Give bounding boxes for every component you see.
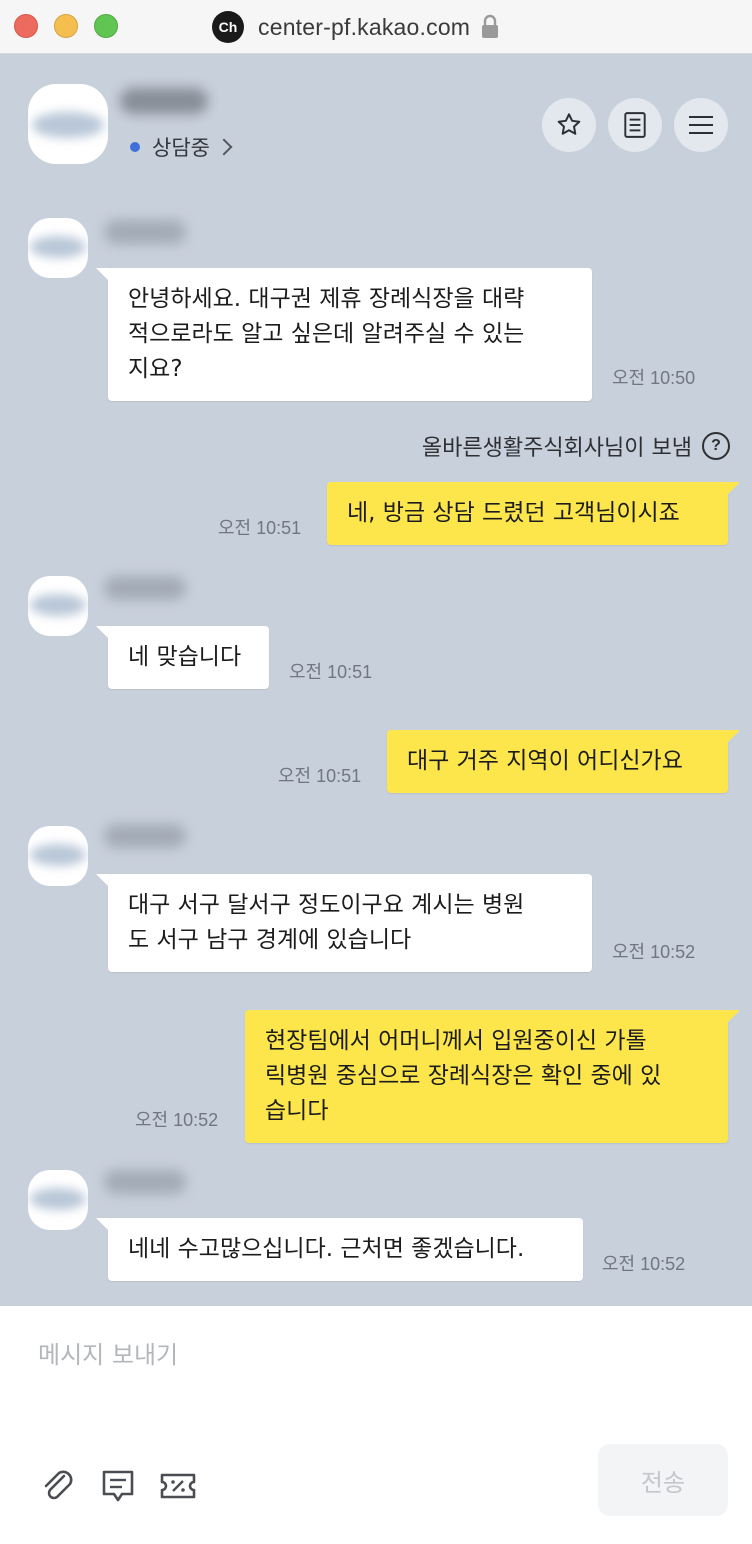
- profile-avatar[interactable]: [28, 84, 108, 164]
- menu-icon: [689, 116, 713, 134]
- coupon-icon: [160, 1473, 196, 1499]
- status-label: 상담중: [152, 136, 210, 160]
- message-bubble-incoming[interactable]: 네 맞습니다: [96, 626, 269, 689]
- message-time: 오전 10:52: [612, 942, 696, 962]
- menu-button[interactable]: [674, 98, 728, 152]
- star-icon: [557, 113, 581, 135]
- message-bubble-outgoing[interactable]: 대구 거주 지역이 어디신가요: [387, 730, 740, 793]
- help-icon[interactable]: ?: [702, 432, 730, 460]
- status-dot-icon: [130, 142, 140, 152]
- sender-avatar[interactable]: [28, 826, 88, 886]
- url-text: center-pf.kakao.com: [258, 13, 471, 40]
- message-bubble-outgoing[interactable]: 현장팀에서 어머니께서 입원중이신 가톨 릭병원 중심으로 장례식장은 확인 중…: [245, 1010, 740, 1143]
- quick-reply-button[interactable]: [98, 1466, 138, 1506]
- url-bar: Ch center-pf.kakao.com: [212, 10, 500, 44]
- sender-avatar[interactable]: [28, 218, 88, 278]
- chat-area[interactable]: 상담중 안녕하세요. 대구권 제휴 장례식장을 대략 적으로라도 알고 싶은데 …: [0, 54, 752, 1306]
- minimize-window-button[interactable]: [54, 14, 78, 38]
- maximize-window-button[interactable]: [94, 14, 118, 38]
- sender-avatar[interactable]: [28, 1170, 88, 1230]
- message-time: 오전 10:51: [218, 518, 302, 538]
- message-time: 오전 10:50: [612, 368, 696, 388]
- sender-avatar[interactable]: [28, 576, 88, 636]
- message-input[interactable]: [24, 1330, 724, 1380]
- close-window-button[interactable]: [14, 14, 38, 38]
- message-bubble-outgoing[interactable]: 네, 방금 상담 드렸던 고객님이시죠: [327, 482, 740, 545]
- memo-button[interactable]: [608, 98, 662, 152]
- message-composer: 전송: [0, 1306, 752, 1544]
- chevron-right-icon: [215, 138, 233, 156]
- document-icon: [624, 112, 646, 138]
- message-bubble-incoming[interactable]: 네네 수고많으십니다. 근처면 좋겠습니다.: [96, 1218, 583, 1281]
- channel-logo-icon: Ch: [212, 11, 244, 43]
- message-time: 오전 10:52: [135, 1110, 219, 1130]
- sender-name-redacted: [104, 824, 186, 848]
- window-titlebar: Ch center-pf.kakao.com: [0, 0, 752, 54]
- coupon-button[interactable]: [158, 1466, 198, 1506]
- message-bubble-incoming[interactable]: 대구 서구 달서구 정도이구요 계시는 병원 도 서구 남구 경계에 있습니다: [96, 874, 592, 972]
- consult-status[interactable]: 상담중: [130, 132, 233, 162]
- message-time: 오전 10:52: [602, 1254, 686, 1274]
- attach-file-button[interactable]: [38, 1466, 78, 1506]
- sender-note-text: 올바른생활주식회사님이 보냄: [421, 436, 692, 461]
- speech-bubble-icon: [102, 1470, 134, 1502]
- paperclip-icon: [44, 1470, 73, 1500]
- sender-name-redacted: [104, 1170, 186, 1194]
- sender-name-redacted: [104, 220, 186, 244]
- favorite-button[interactable]: [542, 98, 596, 152]
- sender-name-redacted: [104, 576, 186, 600]
- send-button[interactable]: 전송: [598, 1444, 728, 1516]
- message-time: 오전 10:51: [289, 662, 373, 682]
- sender-note: 올바른생활주식회사님이 보냄 ?: [422, 430, 730, 462]
- profile-name-redacted: [120, 88, 208, 114]
- lock-icon: [480, 14, 500, 40]
- message-time: 오전 10:51: [278, 766, 362, 786]
- message-bubble-incoming[interactable]: 안녕하세요. 대구권 제휴 장례식장을 대략 적으로라도 알고 싶은데 알려주실…: [96, 268, 592, 401]
